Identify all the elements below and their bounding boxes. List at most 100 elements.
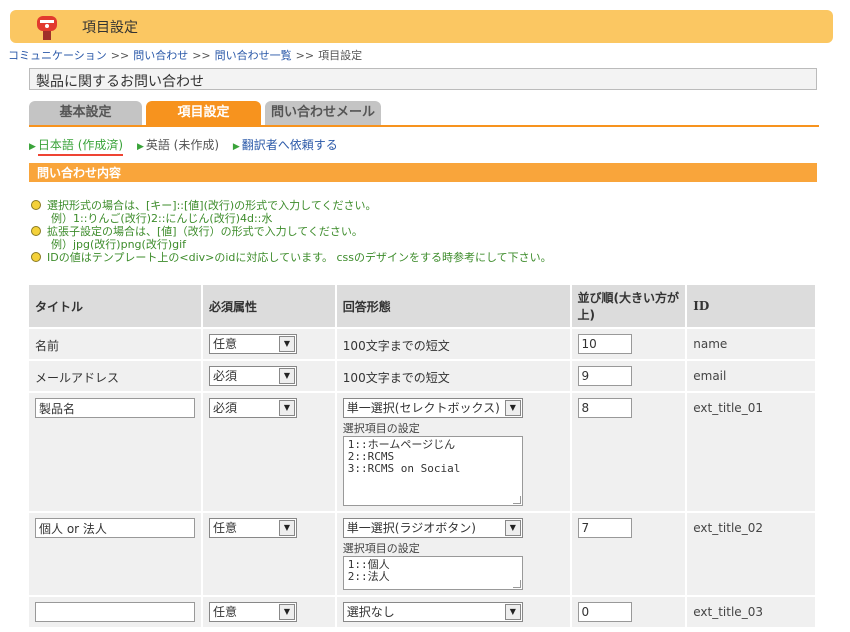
breadcrumb-current: 項目設定: [318, 49, 363, 62]
tab-inquiry-mail[interactable]: 問い合わせメール: [265, 101, 381, 126]
answer-type-select[interactable]: 単一選択(ラジオボタン) ▼: [342, 518, 523, 538]
answer-type-select[interactable]: 単一選択(セレクトボックス) ▼: [342, 398, 523, 418]
form-title: 製品に関するお問い合わせ: [29, 68, 817, 90]
breadcrumb-separator: >>: [295, 49, 315, 62]
options-textarea[interactable]: 1::ホームページじん 2::RCMS 3::RCMS on Social: [342, 436, 523, 506]
request-translator-link[interactable]: ▶ 翻訳者へ依頼する: [233, 138, 338, 152]
row-id-cell: email: [687, 361, 817, 393]
row-type-cell: 100文字までの短文: [336, 361, 572, 393]
answer-type-select[interactable]: 選択なし ▼: [342, 602, 523, 622]
page-header: 項目設定: [10, 10, 833, 43]
row-type-cell: 単一選択(セレクトボックス) ▼ 選択項目の設定 1::ホームページじん 2::R…: [336, 393, 572, 513]
required-select[interactable]: 任意 ▼: [209, 602, 297, 622]
row-title-cell: [29, 597, 203, 629]
row-required-cell: 必須 ▼: [203, 393, 337, 513]
table-row: メールアドレス 必須▼ 100文字までの短文 email: [29, 361, 817, 393]
lightbulb-icon: [31, 200, 41, 210]
row-type-cell: 100文字までの短文: [336, 329, 572, 361]
resize-grip-icon[interactable]: [512, 580, 521, 588]
options-label: 選択項目の設定: [342, 422, 420, 435]
section-title: 問い合わせ内容: [29, 163, 817, 182]
tab-item-settings[interactable]: 項目設定: [146, 101, 261, 126]
answer-type-text: 100文字までの短文: [342, 339, 450, 353]
breadcrumb-communication[interactable]: コミュニケーション: [8, 49, 107, 62]
title-input[interactable]: [35, 398, 195, 418]
tab-underline: [29, 125, 819, 127]
row-id: ext_title_01: [693, 401, 763, 415]
title-input[interactable]: [35, 602, 195, 622]
order-input[interactable]: [577, 366, 632, 386]
row-order-cell: [571, 329, 688, 361]
order-input[interactable]: [577, 602, 632, 622]
row-title-cell: メールアドレス: [29, 361, 203, 393]
chevron-down-icon: ▼: [504, 520, 521, 536]
answer-type-text: 100文字までの短文: [342, 371, 450, 385]
required-select[interactable]: 必須 ▼: [209, 398, 297, 418]
order-input[interactable]: [577, 334, 632, 354]
mailbox-icon: [37, 16, 57, 40]
row-title: 名前: [35, 339, 60, 353]
help-notes: 選択形式の場合は、[キー]::[値](改行)の形式で入力してください。 例）1:…: [31, 199, 552, 264]
row-title-cell: [29, 393, 203, 513]
order-input[interactable]: [577, 398, 632, 418]
order-input[interactable]: [577, 518, 632, 538]
note-example: 例）jpg(改行)png(改行)gif: [51, 238, 187, 251]
row-id-cell: ext_title_01: [687, 393, 817, 513]
triangle-icon: ▶: [29, 142, 36, 152]
chevron-down-icon: ▼: [279, 400, 295, 416]
row-required-cell: 任意 ▼: [203, 597, 337, 629]
options-textarea[interactable]: 1::個人 2::法人: [342, 556, 523, 590]
resize-grip-icon[interactable]: [512, 496, 521, 504]
language-selector: ▶ 日本語 (作成済) ▶ 英語 (未作成) ▶ 翻訳者へ依頼する: [29, 136, 348, 156]
row-title: メールアドレス: [35, 371, 120, 385]
row-id: ext_title_02: [693, 521, 763, 535]
lightbulb-icon: [31, 226, 41, 236]
table-row: 任意▼ 単一選択(ラジオボタン)▼ 選択項目の設定 1::個人 2::法人 ex…: [29, 513, 817, 597]
table-row: 任意▼ 選択なし▼ ext_title_03: [29, 597, 817, 629]
table-row: 名前 任意▼ 100文字までの短文 name: [29, 329, 817, 361]
chevron-down-icon: ▼: [279, 368, 295, 384]
note: 拡張子設定の場合は、[値]（改行）の形式で入力してください。: [31, 225, 552, 238]
row-id-cell: ext_title_02: [687, 513, 817, 597]
required-select[interactable]: 任意 ▼: [209, 518, 297, 538]
row-order-cell: [571, 597, 688, 629]
required-select[interactable]: 任意 ▼: [209, 334, 297, 354]
lang-english[interactable]: ▶ 英語 (未作成): [137, 138, 219, 152]
row-id-cell: ext_title_03: [687, 597, 817, 629]
row-order-cell: [571, 361, 688, 393]
row-order-cell: [571, 513, 688, 597]
chevron-down-icon: ▼: [279, 336, 295, 352]
triangle-icon: ▶: [232, 142, 240, 152]
items-table: タイトル 必須属性 回答形態 並び順(大きい方が上) ID 名前 任意 ▼ 100…: [29, 285, 817, 629]
page-title: 項目設定: [82, 20, 138, 36]
header-required: 必須属性: [203, 285, 337, 329]
tab-basic-settings[interactable]: 基本設定: [29, 101, 142, 126]
row-required-cell: 任意 ▼: [203, 513, 337, 597]
header-order: 並び順(大きい方が上): [571, 285, 688, 329]
row-order-cell: [571, 393, 688, 513]
lang-japanese[interactable]: ▶ 日本語 (作成済): [29, 138, 124, 156]
note: IDの値はテンプレート上の<div>のidに対応しています。 cssのデザインを…: [31, 251, 552, 264]
options-label: 選択項目の設定: [342, 542, 420, 555]
required-select[interactable]: 必須 ▼: [209, 366, 297, 386]
row-type-cell: 選択なし ▼: [336, 597, 572, 629]
header-id: ID: [687, 285, 817, 329]
note: 選択形式の場合は、[キー]::[値](改行)の形式で入力してください。: [31, 199, 552, 212]
row-required-cell: 任意 ▼: [203, 329, 337, 361]
row-id: email: [693, 369, 727, 383]
chevron-down-icon: ▼: [279, 520, 295, 536]
breadcrumb-separator: >>: [110, 49, 130, 62]
note-example: 例）1::りんご(改行)2::にんじん(改行)4d::水: [51, 212, 273, 225]
title-input[interactable]: [35, 518, 195, 538]
breadcrumb-inquiry-list[interactable]: 問い合わせ一覧: [215, 49, 292, 62]
row-title-cell: 名前: [29, 329, 203, 361]
chevron-down-icon: ▼: [279, 604, 295, 620]
table-header-row: タイトル 必須属性 回答形態 並び順(大きい方が上) ID: [29, 285, 817, 329]
table-row: 必須▼ 単一選択(セレクトボックス)▼ 選択項目の設定 1::ホームページじん …: [29, 393, 817, 513]
header-title: タイトル: [29, 285, 203, 329]
chevron-down-icon: ▼: [504, 604, 521, 620]
row-required-cell: 必須 ▼: [203, 361, 337, 393]
triangle-icon: ▶: [136, 142, 144, 152]
breadcrumb-inquiry[interactable]: 問い合わせ: [133, 49, 188, 62]
breadcrumb: コミュニケーション >> 問い合わせ >> 問い合わせ一覧 >> 項目設定: [8, 47, 362, 63]
